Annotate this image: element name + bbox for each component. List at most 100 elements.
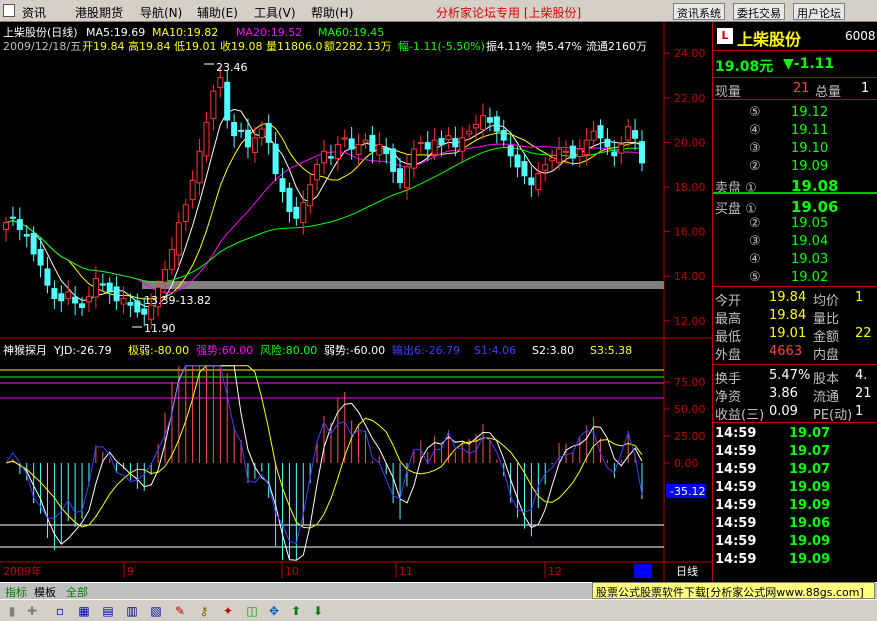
x-label-11: 11 — [399, 565, 413, 578]
price-tick-label: 12.00 — [674, 315, 706, 328]
candle-body — [65, 291, 72, 300]
x-label-9: 9 — [127, 565, 134, 578]
quote-row: 14:59 19.07 — [713, 425, 877, 443]
quote-row: 14:59 19.09 — [713, 533, 877, 551]
menu-item-assist[interactable]: 辅助(E) — [197, 4, 238, 21]
list-icon[interactable]: ▥ — [124, 603, 140, 619]
candle-body — [44, 268, 51, 286]
toolbar: ▮ ✚ ▫ ▦ ▤ ▥ ▧ ✎ ⚷ ✦ ◫ ✥ ⬆ ⬇ — [0, 599, 877, 621]
info-system-button[interactable]: 资讯系统 — [673, 3, 725, 20]
candle-body — [238, 129, 245, 132]
info-amt: 额2282.13万 — [324, 40, 392, 53]
period-label[interactable]: 日线 — [676, 564, 698, 578]
candle-body — [210, 90, 217, 120]
move-icon[interactable]: ✥ — [266, 603, 282, 619]
candle-body — [279, 178, 286, 192]
quote-row: 换手 5.47% 股本 4. — [713, 367, 877, 387]
square-icon[interactable]: ▫ — [52, 603, 68, 619]
divider — [713, 364, 877, 365]
candle-body — [72, 296, 79, 304]
candle-body — [334, 144, 341, 159]
quote-row: 外盘 4663 内盘 — [713, 343, 877, 363]
quote-row: 14:59 19.09 — [713, 551, 877, 569]
price-tick-label: 22.00 — [674, 92, 706, 105]
key-icon[interactable]: ⚷ — [196, 603, 212, 619]
stat2-label: 收益(三) — [715, 408, 765, 423]
window-icon[interactable] — [3, 4, 15, 17]
candle-body — [58, 293, 65, 302]
cross-icon[interactable]: ✚ — [24, 603, 40, 619]
rect-icon[interactable]: ◫ — [244, 603, 260, 619]
menu-bar: 资讯 港股期货 导航(N) 辅助(E) 工具(V) 帮助(H) 分析家论坛专用 … — [0, 0, 877, 22]
candle-body — [535, 173, 542, 191]
now-vol-value: 21 — [793, 81, 810, 96]
tab-template[interactable]: 模板 — [32, 584, 58, 600]
info-swing: 振4.11% — [486, 39, 532, 53]
quote-row: 买盘 ① 19.06 — [713, 197, 877, 217]
grid-icon[interactable]: ▤ — [100, 603, 116, 619]
tab-indicator[interactable]: 指标 — [3, 584, 29, 600]
candle-body — [611, 151, 618, 157]
scroll-indicator[interactable] — [634, 564, 652, 578]
menu-item-futures[interactable]: 港股期货 — [75, 4, 123, 21]
candle-body — [556, 148, 563, 163]
down-arrow-icon[interactable]: ⬇ — [310, 603, 326, 619]
indicator-s1: S1:4.06 — [474, 344, 516, 357]
kline-chart[interactable]: 上柴股份(日线) MA5:19.69 MA10:19.82 MA20:19.52… — [0, 22, 712, 582]
candle-body — [639, 141, 645, 164]
candle-body — [141, 308, 148, 315]
stock-code: 6008 — [845, 29, 876, 43]
candle-body — [597, 125, 604, 139]
chart-icon[interactable]: ▦ — [76, 603, 92, 619]
tick-price: 19.07 — [789, 444, 831, 459]
candle-body — [348, 138, 355, 150]
candle-body — [16, 219, 23, 230]
cursor-icon[interactable]: ▮ — [4, 603, 20, 619]
candle-body — [30, 232, 37, 255]
menu-item-nav[interactable]: 导航(N) — [140, 4, 182, 21]
menu-item-help[interactable]: 帮助(H) — [311, 4, 353, 21]
candle-body — [473, 124, 480, 129]
tool-icon[interactable]: ✎ — [172, 603, 188, 619]
trade-button[interactable]: 委托交易 — [733, 3, 785, 20]
candle-body — [231, 121, 238, 137]
candle-body — [486, 117, 493, 123]
chart-area[interactable]: 上柴股份(日线) MA5:19.69 MA10:19.82 MA20:19.52… — [0, 22, 712, 582]
candle-body — [625, 126, 632, 141]
menu-item-tools[interactable]: 工具(V) — [254, 4, 296, 21]
quote-row: 净资 3.86 流通 21 — [713, 385, 877, 405]
quote-row: ④ 19.03 — [713, 251, 877, 269]
candle-body — [383, 147, 390, 155]
indicator-out6: 输出6:-26.79 — [392, 343, 460, 357]
info-low: 低19.01 — [174, 40, 217, 53]
now-vol-label: 现量 — [715, 85, 742, 100]
menu-item-info[interactable]: 资讯 — [22, 4, 46, 21]
candle-body — [362, 139, 369, 143]
paint-icon[interactable]: ✦ — [220, 603, 236, 619]
candle-body — [321, 150, 327, 164]
table-icon[interactable]: ▧ — [148, 603, 164, 619]
buy-level-label: ④ — [749, 252, 761, 267]
up-arrow-icon[interactable]: ⬆ — [288, 603, 304, 619]
candle-body — [618, 144, 625, 154]
candle-body — [189, 179, 196, 201]
candle-body — [562, 150, 569, 153]
tab-all[interactable]: 全部 — [64, 584, 90, 600]
candle-body — [521, 161, 528, 177]
ad-banner[interactable]: 股票公式股票软件下载[分析家公式网www.88gs.com] — [592, 582, 875, 599]
forum-button[interactable]: 用户论坛 — [793, 3, 845, 20]
quote-row: 14:59 19.07 — [713, 461, 877, 479]
quote-row: 14:59 19.06 — [713, 515, 877, 533]
info-turn: 换5.47% — [536, 39, 582, 53]
price-tick-label: 20.00 — [674, 136, 706, 149]
candle-body — [9, 216, 16, 219]
quote-row: ② 19.09 — [713, 158, 877, 176]
app-title: 分析家论坛专用 [上柴股份] — [436, 6, 582, 20]
quote-row: 14:59 19.09 — [713, 497, 877, 515]
total-vol-value: 1 — [861, 81, 870, 96]
tick-price: 19.07 — [789, 462, 831, 477]
sell-level-label: ③ — [749, 141, 761, 156]
tick-price: 19.09 — [789, 534, 831, 549]
buy-level-price: 19.02 — [791, 270, 829, 285]
candle-body — [376, 144, 383, 156]
